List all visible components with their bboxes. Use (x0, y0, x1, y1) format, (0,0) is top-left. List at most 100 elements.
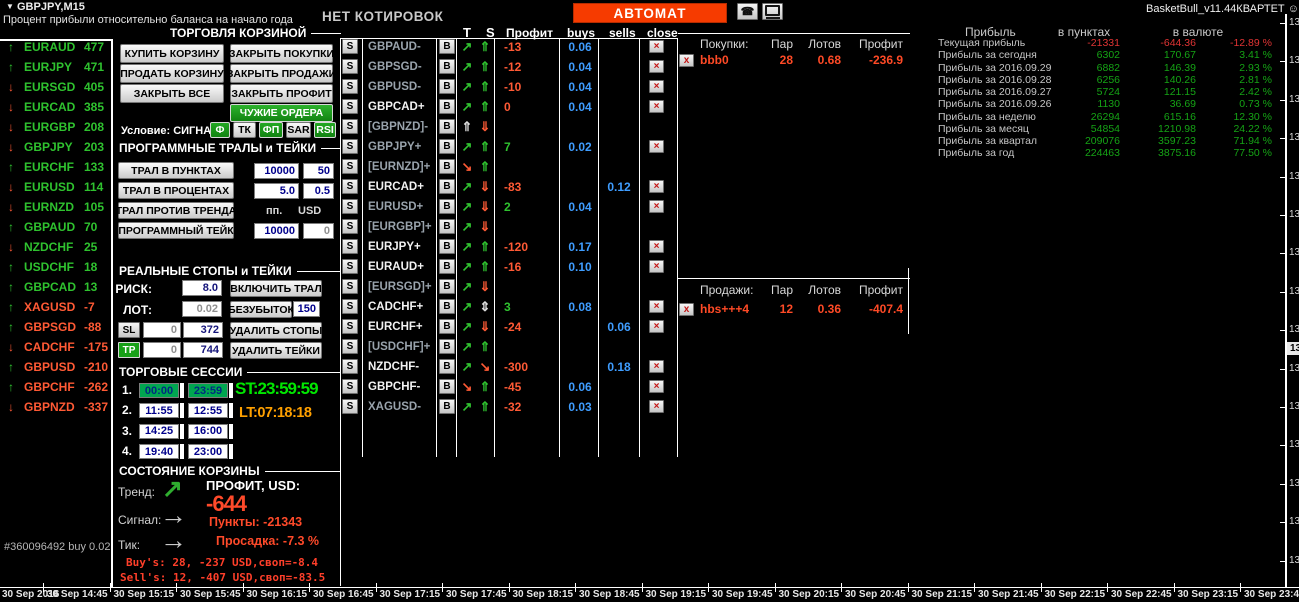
pair-toggle[interactable]: XAGUSD- (368, 397, 436, 417)
close-pair-button[interactable]: × (649, 360, 664, 373)
phone-button[interactable]: ☎ (737, 3, 758, 20)
sell-pair-button[interactable]: S (342, 219, 358, 234)
buy-pair-button[interactable]: B (439, 119, 455, 134)
buy-pair-button[interactable]: B (439, 359, 455, 374)
sell-pair-button[interactable]: S (342, 59, 358, 74)
pair-toggle[interactable]: EURJPY+ (368, 237, 436, 257)
pair-toggle[interactable]: EURCHF+ (368, 317, 436, 337)
close-pair-button[interactable]: × (649, 40, 664, 53)
pair-toggle[interactable]: GBPJPY+ (368, 137, 436, 157)
price-tick-label: 13 (1289, 286, 1299, 297)
stats-row-currency: 1210.98 (1124, 123, 1196, 135)
close-pair-button[interactable]: × (649, 380, 664, 393)
close-pair-button[interactable]: × (649, 400, 664, 413)
time-tick-label: 30 Sep 17:15 (380, 589, 441, 600)
stats-row-label: Прибыль за год (938, 147, 1014, 159)
close-pair-button[interactable]: × (649, 260, 664, 273)
pair-profit: -12 (504, 57, 521, 77)
buy-pair-button[interactable]: B (439, 239, 455, 254)
buy-pair-button[interactable]: B (439, 79, 455, 94)
buy-pair-button[interactable]: B (439, 279, 455, 294)
pair-buys-lots: 0.06 (562, 37, 598, 57)
close-pair-button[interactable]: × (649, 140, 664, 153)
pair-toggle[interactable]: GBPCAD+ (368, 97, 436, 117)
close-pair-button[interactable]: × (649, 100, 664, 113)
symbol-dropdown-icon[interactable]: ▼ (6, 2, 14, 11)
buy-pair-button[interactable]: B (439, 39, 455, 54)
buy-pair-button[interactable]: B (439, 99, 455, 114)
close-pair-button[interactable]: × (649, 320, 664, 333)
pair-toggle[interactable]: NZDCHF- (368, 357, 436, 377)
buy-pair-button[interactable]: B (439, 259, 455, 274)
trend-up-right-icon: ↗ (458, 357, 476, 377)
close-pair-button[interactable]: × (649, 240, 664, 253)
buy-pair-button[interactable]: B (439, 139, 455, 154)
sell-pair-button[interactable]: S (342, 139, 358, 154)
sell-pair-button[interactable]: S (342, 199, 358, 214)
price-tick (1280, 100, 1286, 101)
session-from-field[interactable]: 19:40 (139, 444, 179, 459)
close-pair-button[interactable]: × (649, 300, 664, 313)
close-icon: × (654, 382, 660, 392)
sell-pair-button[interactable]: S (342, 239, 358, 254)
sell-pair-button[interactable]: S (342, 39, 358, 54)
sell-pair-button[interactable]: S (342, 159, 358, 174)
close-icon: × (654, 202, 660, 212)
price-tick-label: 13 (1289, 363, 1299, 374)
close-pair-button[interactable]: × (649, 80, 664, 93)
sell-pair-button[interactable]: S (342, 299, 358, 314)
buy-pair-button[interactable]: B (439, 339, 455, 354)
sell-pair-button[interactable]: S (342, 119, 358, 134)
sell-pair-button[interactable]: S (342, 379, 358, 394)
buy-pair-button[interactable]: B (439, 379, 455, 394)
pair-toggle[interactable]: GBPCHF- (368, 377, 436, 397)
sell-pair-button[interactable]: S (342, 319, 358, 334)
pair-toggle[interactable]: GBPUSD- (368, 77, 436, 97)
time-tick (309, 583, 310, 592)
time-tick (1240, 583, 1241, 592)
close-pair-button[interactable]: × (649, 60, 664, 73)
trend-up-right-icon: ↗ (458, 37, 476, 57)
time-tick (1174, 583, 1175, 592)
session-to-field[interactable]: 23:00 (188, 444, 228, 459)
signal-down-icon: ⇓ (476, 217, 494, 237)
pair-toggle[interactable]: CADCHF+ (368, 297, 436, 317)
buy-pair-button[interactable]: B (439, 319, 455, 334)
automat-button[interactable]: АВТОМАТ (573, 3, 727, 23)
session-from-field[interactable]: 14:25 (139, 424, 179, 439)
buy-pair-button[interactable]: B (439, 219, 455, 234)
pair-toggle[interactable]: EURUSD+ (368, 197, 436, 217)
buy-pair-button[interactable]: B (439, 59, 455, 74)
time-tick-label: 30 Sep 22:45 (1111, 589, 1172, 600)
sell-pair-button[interactable]: S (342, 259, 358, 274)
sell-pair-button[interactable]: S (342, 79, 358, 94)
sell-pair-button[interactable]: S (342, 359, 358, 374)
buy-pair-button[interactable]: B (439, 399, 455, 414)
computer-button[interactable] (762, 3, 783, 20)
sell-pair-button[interactable]: S (342, 339, 358, 354)
time-axis[interactable] (0, 587, 1299, 588)
sell-pair-button[interactable]: S (342, 179, 358, 194)
buy-pair-button[interactable]: B (439, 179, 455, 194)
pair-toggle[interactable]: [GBPNZD]- (368, 117, 436, 137)
session-to-field[interactable]: 16:00 (188, 424, 228, 439)
pair-toggle[interactable]: EURAUD+ (368, 257, 436, 277)
sell-pair-button[interactable]: S (342, 279, 358, 294)
pair-toggle[interactable]: [EURSGD]+ (368, 277, 436, 297)
buy-pair-button[interactable]: B (439, 199, 455, 214)
pair-toggle[interactable]: EURCAD+ (368, 177, 436, 197)
time-tick (110, 583, 111, 592)
buy-pair-button[interactable]: B (439, 299, 455, 314)
sell-pair-button[interactable]: S (342, 399, 358, 414)
close-pair-button[interactable]: × (649, 200, 664, 213)
pair-toggle[interactable]: [EURNZD]+ (368, 157, 436, 177)
buy-pair-button[interactable]: B (439, 159, 455, 174)
pair-toggle[interactable]: [EURGBP]+ (368, 217, 436, 237)
pair-toggle[interactable]: GBPSGD- (368, 57, 436, 77)
stats-row-percent: 12.30 % (1198, 111, 1272, 123)
close-pair-button[interactable]: × (649, 180, 664, 193)
pair-toggle[interactable]: GBPAUD- (368, 37, 436, 57)
sell-pair-button[interactable]: S (342, 99, 358, 114)
price-tick (1280, 484, 1286, 485)
pair-toggle[interactable]: [USDCHF]+ (368, 337, 436, 357)
